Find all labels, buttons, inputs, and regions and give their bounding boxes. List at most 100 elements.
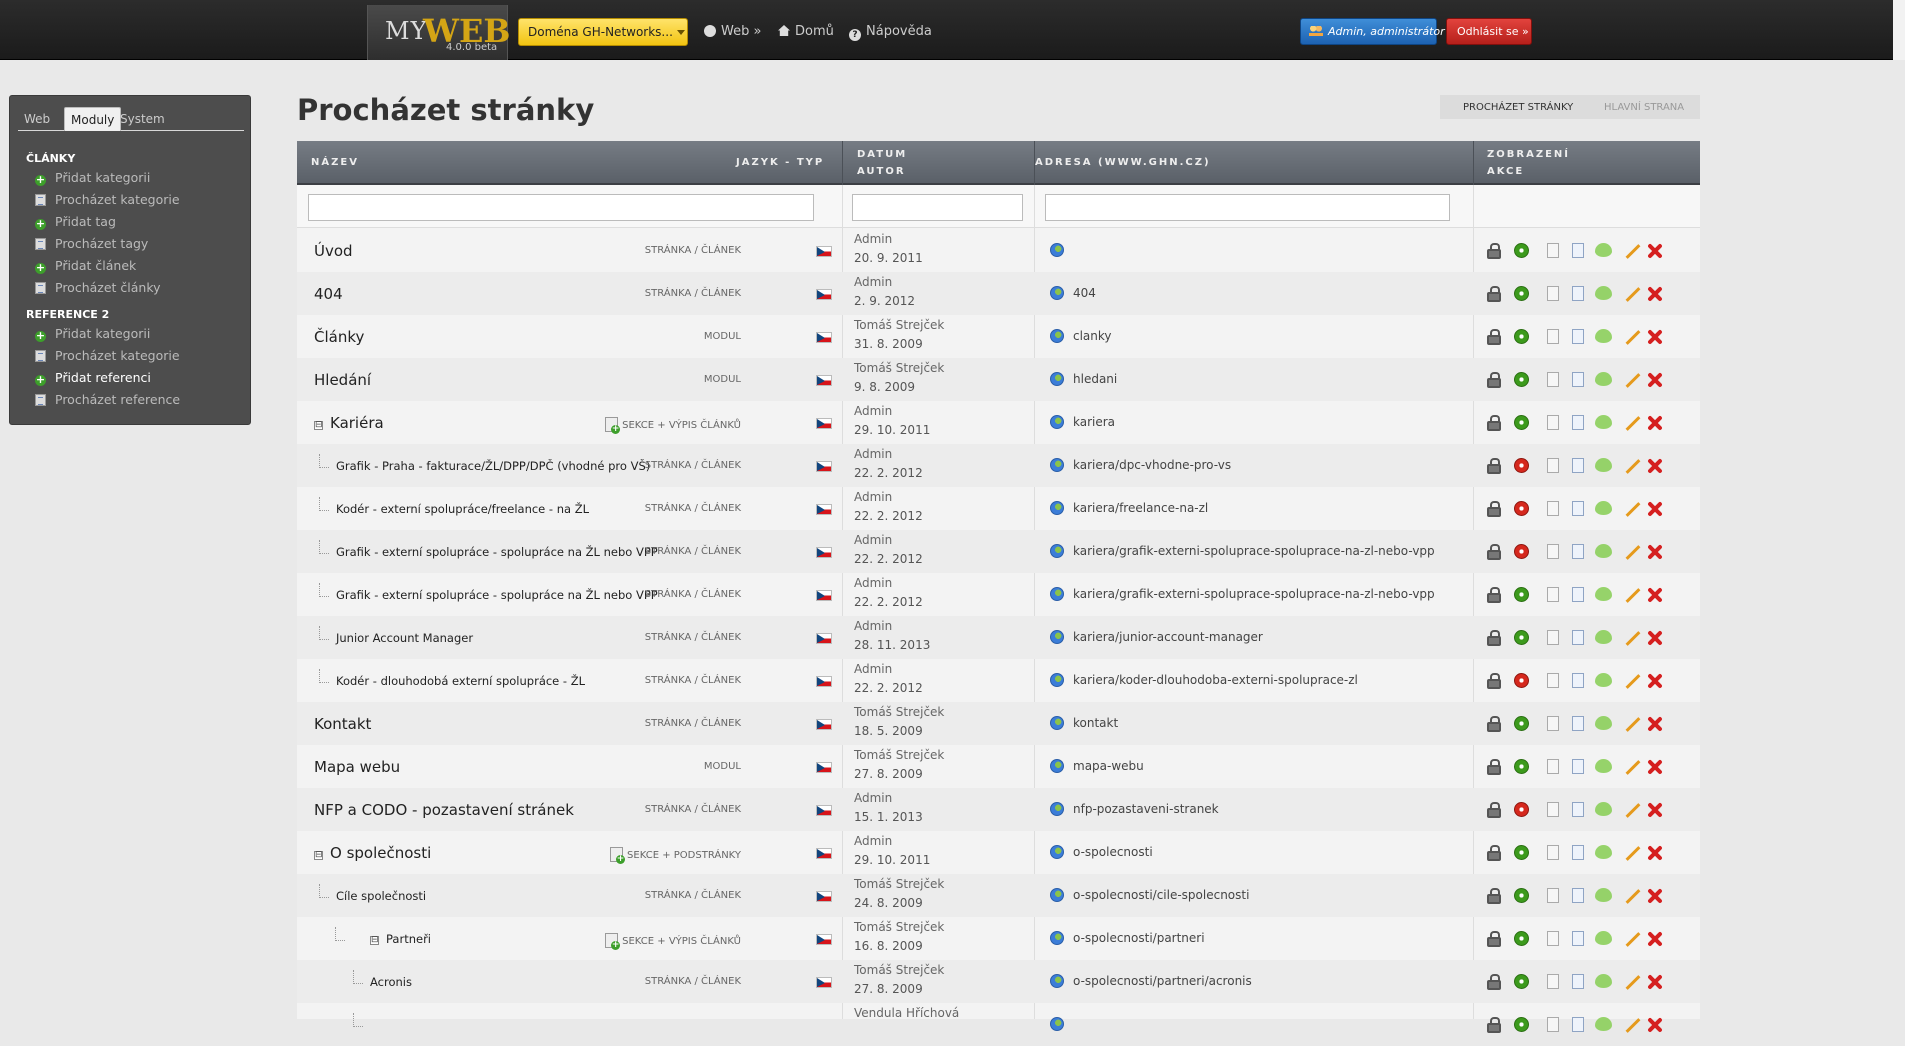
lock-icon[interactable]	[1487, 458, 1501, 474]
page-name[interactable]: Acronis	[370, 975, 412, 989]
lock-icon[interactable]	[1487, 372, 1501, 388]
page-icon[interactable]	[1547, 587, 1559, 602]
address-filter-input[interactable]	[1045, 194, 1450, 221]
page-name[interactable]: Kodér - dlouhodobá externí spolupráce - …	[336, 674, 585, 688]
table-row[interactable]: NFP a CODO - pozastavení stránek STRÁNKA …	[297, 788, 1700, 831]
edit-pencil-icon[interactable]	[1625, 674, 1641, 689]
table-row[interactable]: Kodér - dlouhodobá externí spolupráce - …	[297, 659, 1700, 702]
table-row[interactable]: ⊟ Kariéra SEKCE + VÝPIS ČLÁNKŮ Admin 29. 10.…	[297, 401, 1700, 444]
globe-icon[interactable]	[1050, 974, 1064, 988]
sidebar-item[interactable]: + Přidat tag	[35, 214, 116, 230]
edit-pencil-icon[interactable]	[1625, 502, 1641, 517]
leaf-icon[interactable]	[1595, 1017, 1612, 1031]
table-row[interactable]: Kodér - externí spolupráce/freelance - n…	[297, 487, 1700, 530]
page-icon[interactable]	[1547, 544, 1559, 559]
table-row[interactable]: ⊟ O společnosti SEKCE + PODSTRÁNKY Admin 29.…	[297, 831, 1700, 874]
page-edit-icon[interactable]	[1572, 630, 1584, 645]
page-edit-icon[interactable]	[1572, 845, 1584, 860]
globe-icon[interactable]	[1050, 759, 1064, 773]
page-address[interactable]: kariera/dpc-vhodne-pro-vs	[1073, 458, 1231, 472]
edit-pencil-icon[interactable]	[1625, 932, 1641, 947]
page-name[interactable]: Kodér - externí spolupráce/freelance - n…	[336, 502, 589, 516]
sidebar-item[interactable]: + Přidat referenci	[35, 370, 151, 386]
delete-icon[interactable]	[1647, 673, 1663, 689]
table-row[interactable]: Vendula Hříchová	[297, 1003, 1700, 1046]
globe-icon[interactable]	[1050, 802, 1064, 816]
edit-pencil-icon[interactable]	[1625, 459, 1641, 474]
page-address[interactable]: mapa-webu	[1073, 759, 1144, 773]
leaf-icon[interactable]	[1595, 544, 1612, 558]
power-toggle-icon[interactable]	[1514, 759, 1529, 774]
page-edit-icon[interactable]	[1572, 759, 1584, 774]
page-address[interactable]: kariera/grafik-externi-spoluprace-spolup…	[1073, 544, 1435, 558]
table-row[interactable]: Grafik - externí spolupráce - spolupráce…	[297, 573, 1700, 616]
power-toggle-icon[interactable]	[1514, 1017, 1529, 1032]
page-address[interactable]: clanky	[1073, 329, 1112, 343]
power-toggle-icon[interactable]	[1514, 845, 1529, 860]
sidebar-item[interactable]: Procházet články	[35, 280, 161, 295]
leaf-icon[interactable]	[1595, 458, 1612, 472]
table-row[interactable]: Úvod STRÁNKA / ČLÁNEK Admin 20. 9. 2011	[297, 229, 1700, 272]
delete-icon[interactable]	[1647, 1017, 1663, 1033]
page-icon[interactable]	[1547, 372, 1559, 387]
delete-icon[interactable]	[1647, 501, 1663, 517]
delete-icon[interactable]	[1647, 458, 1663, 474]
page-icon[interactable]	[1547, 501, 1559, 516]
page-address[interactable]: o-spolecnosti/cile-spolecnosti	[1073, 888, 1249, 902]
edit-pencil-icon[interactable]	[1625, 975, 1641, 990]
lock-icon[interactable]	[1487, 630, 1501, 646]
sidebar-item[interactable]: + Přidat článek	[35, 258, 136, 274]
page-edit-icon[interactable]	[1572, 458, 1584, 473]
page-icon[interactable]	[1547, 458, 1559, 473]
page-name[interactable]: Cíle společnosti	[336, 889, 426, 903]
globe-icon[interactable]	[1050, 1017, 1064, 1031]
page-icon[interactable]	[1547, 974, 1559, 989]
globe-icon[interactable]	[1050, 845, 1064, 859]
lock-icon[interactable]	[1487, 888, 1501, 904]
globe-icon[interactable]	[1050, 931, 1064, 945]
delete-icon[interactable]	[1647, 415, 1663, 431]
page-name[interactable]: Grafik - externí spolupráce - spolupráce…	[336, 588, 658, 602]
page-address[interactable]: kariera/grafik-externi-spoluprace-spolup…	[1073, 587, 1435, 601]
sidebar-item[interactable]: + Přidat kategorii	[35, 326, 150, 342]
lock-icon[interactable]	[1487, 802, 1501, 818]
edit-pencil-icon[interactable]	[1625, 760, 1641, 775]
lock-icon[interactable]	[1487, 501, 1501, 517]
edit-pencil-icon[interactable]	[1625, 889, 1641, 904]
lock-icon[interactable]	[1487, 415, 1501, 431]
page-icon[interactable]	[1547, 759, 1559, 774]
globe-icon[interactable]	[1050, 630, 1064, 644]
collapse-toggle-icon[interactable]: ⊟	[314, 421, 323, 430]
page-edit-icon[interactable]	[1572, 243, 1584, 258]
edit-pencil-icon[interactable]	[1625, 846, 1641, 861]
delete-icon[interactable]	[1647, 630, 1663, 646]
power-toggle-icon[interactable]	[1514, 630, 1529, 645]
delete-icon[interactable]	[1647, 243, 1663, 259]
page-name[interactable]: Kontakt	[314, 715, 371, 733]
table-row[interactable]: Články MODUL Tomáš Strejček 31. 8. 2009 clan…	[297, 315, 1700, 358]
globe-icon[interactable]	[1050, 243, 1064, 257]
leaf-icon[interactable]	[1595, 372, 1612, 386]
delete-icon[interactable]	[1647, 286, 1663, 302]
page-icon[interactable]	[1547, 845, 1559, 860]
page-icon[interactable]	[1547, 931, 1559, 946]
page-edit-icon[interactable]	[1572, 329, 1584, 344]
lock-icon[interactable]	[1487, 716, 1501, 732]
globe-icon[interactable]	[1050, 372, 1064, 386]
edit-pencil-icon[interactable]	[1625, 631, 1641, 646]
page-edit-icon[interactable]	[1572, 587, 1584, 602]
page-name[interactable]: Hledání	[314, 371, 371, 389]
page-address[interactable]: o-spolecnosti/partneri	[1073, 931, 1205, 945]
power-toggle-icon[interactable]	[1514, 673, 1529, 688]
tab-moduly[interactable]: Moduly	[64, 107, 122, 131]
breadcrumb-browse-pages[interactable]: Procházet stránky	[1463, 102, 1573, 113]
globe-icon[interactable]	[1050, 329, 1064, 343]
page-address[interactable]: kariera/junior-account-manager	[1073, 630, 1263, 644]
page-name[interactable]: Úvod	[314, 242, 353, 260]
page-edit-icon[interactable]	[1572, 544, 1584, 559]
col-lang-type-header[interactable]: Jazyk - typ	[736, 157, 824, 168]
table-row[interactable]: Grafik - Praha - fakturace/ŽL/DPP/DPČ (v…	[297, 444, 1700, 487]
page-address[interactable]: nfp-pozastaveni-stranek	[1073, 802, 1219, 816]
globe-icon[interactable]	[1050, 673, 1064, 687]
edit-pencil-icon[interactable]	[1625, 244, 1641, 259]
